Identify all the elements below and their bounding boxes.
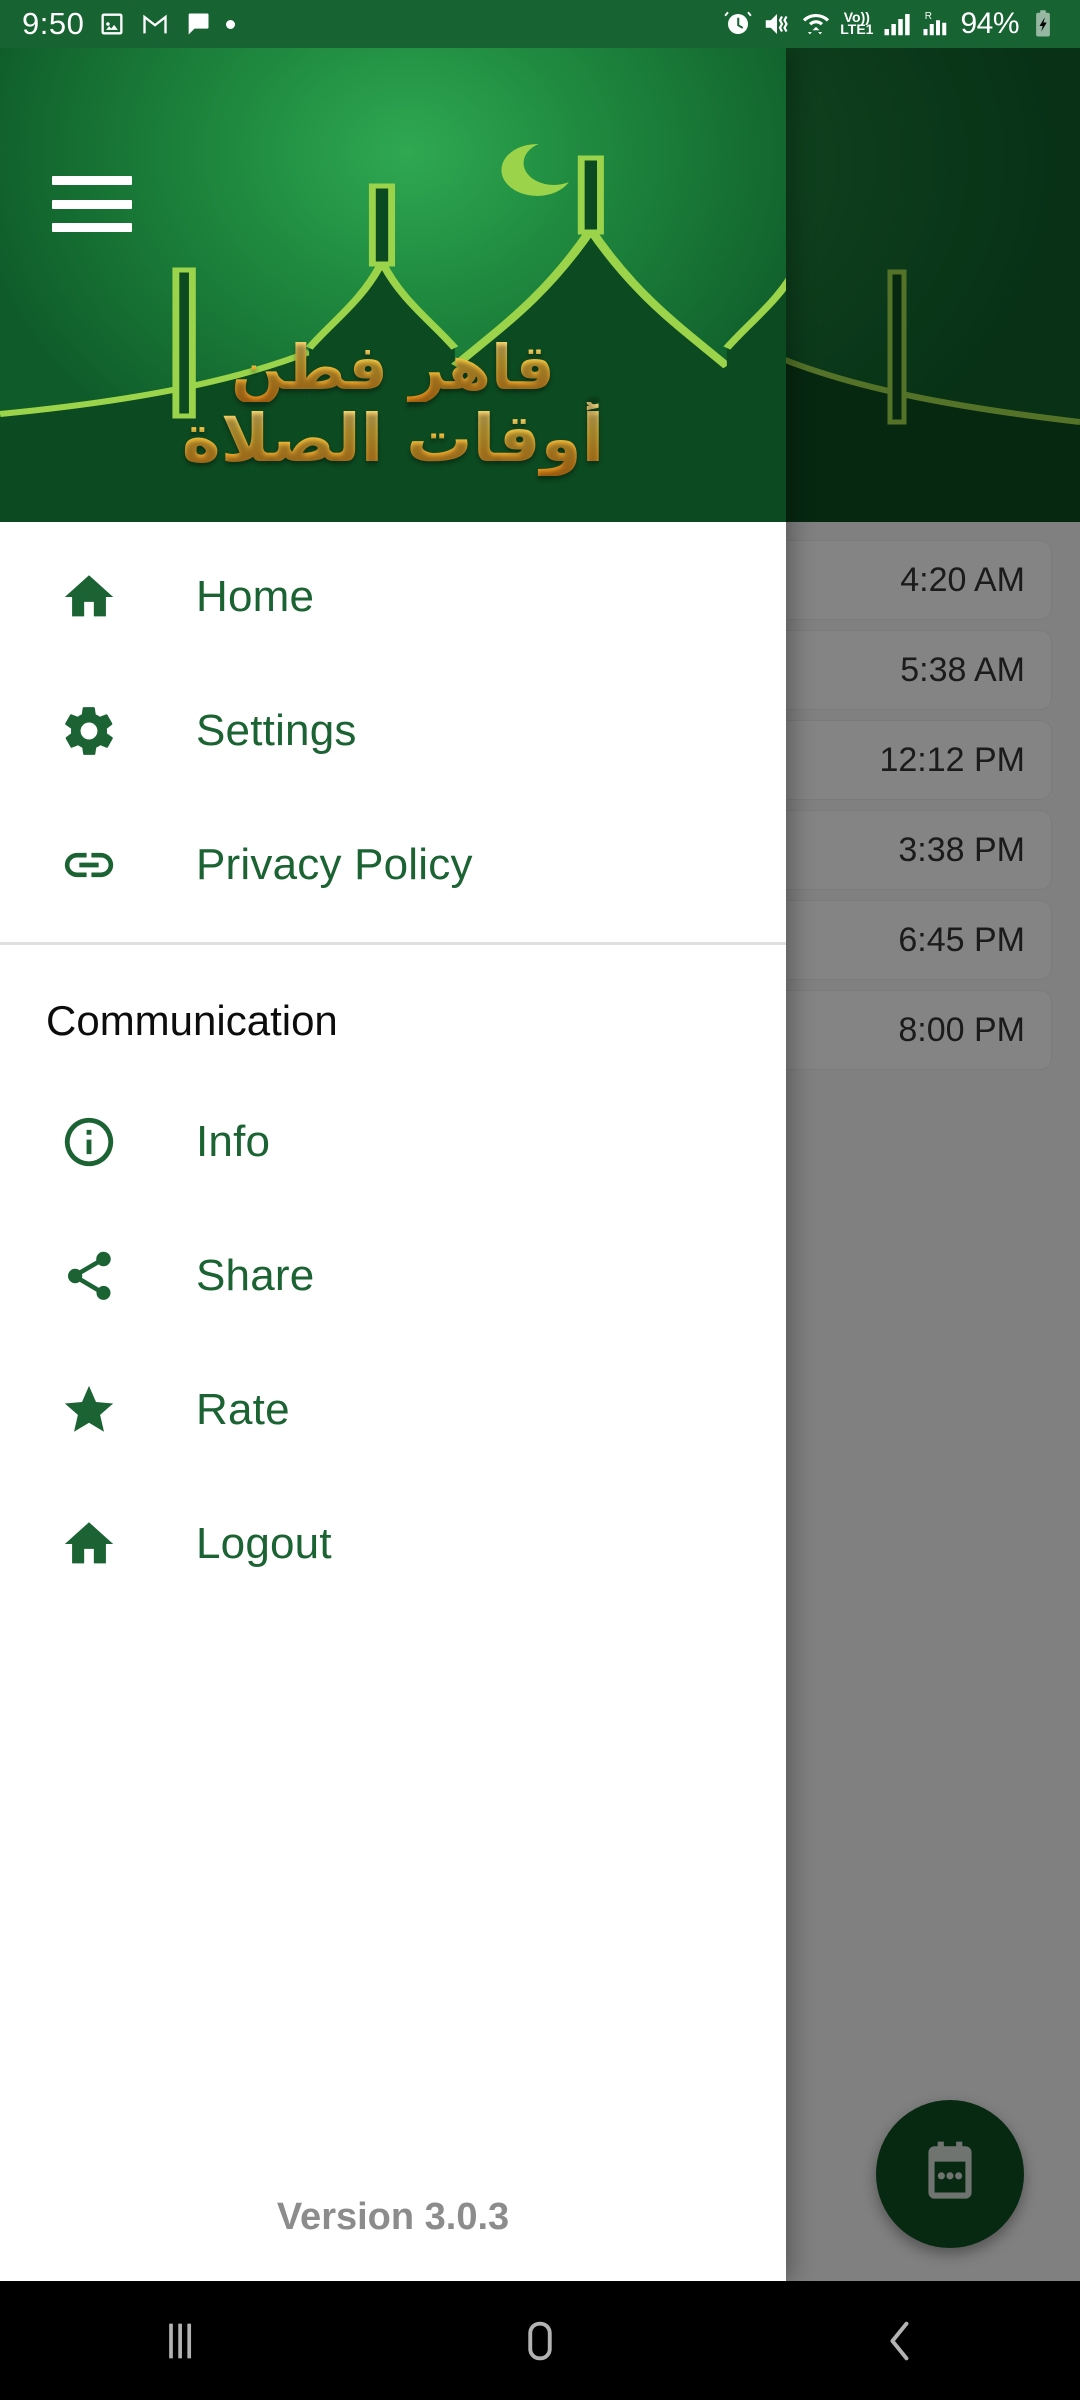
- star-icon: [60, 1381, 118, 1439]
- sidebar-item-privacy-policy[interactable]: Privacy Policy: [0, 798, 786, 932]
- dot-icon: [226, 19, 236, 29]
- back-icon: [890, 2321, 909, 2360]
- gmail-icon: [140, 9, 170, 39]
- sidebar-item-label: Settings: [196, 706, 357, 755]
- navigation-drawer: قاهر فطن أوقات الصلاة Home Settings Priv…: [0, 48, 786, 2281]
- info-circle-icon: [60, 1113, 118, 1171]
- sidebar-item-label: Info: [196, 1117, 271, 1166]
- sidebar-item-share[interactable]: Share: [0, 1209, 786, 1343]
- chat-bubble-icon: [183, 9, 213, 39]
- recents-icon: [169, 2323, 192, 2358]
- mute-vibrate-icon: [762, 9, 792, 39]
- status-clock: 9:50: [22, 6, 85, 41]
- gear-icon: [60, 702, 118, 760]
- hamburger-menu-icon[interactable]: [52, 176, 132, 232]
- link-icon: [60, 836, 118, 894]
- app-title: قاهر فطن أوقات الصلاة: [0, 332, 786, 476]
- status-bar-left: 9:50: [22, 6, 236, 42]
- sidebar-item-settings[interactable]: Settings: [0, 664, 786, 798]
- back-button[interactable]: [800, 2281, 1000, 2400]
- battery-percent-label: 94%: [960, 7, 1019, 40]
- app-title-line2: أوقات الصلاة: [0, 402, 786, 476]
- sidebar-item-label: Home: [196, 572, 315, 621]
- volte-icon: Vo)) LTE1: [840, 10, 874, 37]
- home-icon: [60, 1515, 118, 1573]
- drawer-header-banner: قاهر فطن أوقات الصلاة: [0, 48, 786, 522]
- share-nodes-icon: [60, 1247, 118, 1305]
- status-bar-right: Vo)) LTE1 R 94%: [723, 7, 1058, 41]
- signal-bars-icon: [882, 9, 912, 39]
- sidebar-item-label: Privacy Policy: [196, 840, 473, 889]
- battery-charging-icon: [1028, 9, 1058, 39]
- sidebar-item-rate[interactable]: Rate: [0, 1343, 786, 1477]
- home-button[interactable]: [440, 2281, 640, 2400]
- svg-text:R: R: [925, 11, 932, 22]
- wifi-icon: [801, 9, 831, 39]
- sidebar-item-label: Logout: [196, 1519, 332, 1568]
- system-navigation-bar: [0, 2281, 1080, 2400]
- sidebar-item-label: Rate: [196, 1385, 290, 1434]
- volte-bottom-label: LTE1: [840, 21, 874, 37]
- sidebar-item-home[interactable]: Home: [0, 530, 786, 664]
- alarm-icon: [723, 9, 753, 39]
- sidebar-item-logout[interactable]: Logout: [0, 1477, 786, 1611]
- drawer-menu-list: Home Settings Privacy Policy Communicati…: [0, 522, 786, 2196]
- recents-button[interactable]: [80, 2281, 280, 2400]
- status-bar: 9:50 Vo)) LTE1 R 94%: [0, 0, 1080, 48]
- home-icon: [60, 568, 118, 626]
- sidebar-item-label: Share: [196, 1251, 315, 1300]
- section-header-communication: Communication: [46, 997, 338, 1044]
- menu-divider: [0, 942, 786, 945]
- roaming-signal-icon: R: [921, 9, 951, 39]
- phone-screen: AUG 2021 Fajr 4:20 AM Sunrise 5:38 AM Dh…: [0, 0, 1080, 2400]
- app-title-line1: قاهر فطن: [0, 332, 786, 402]
- sidebar-item-info[interactable]: Info: [0, 1075, 786, 1209]
- home-nav-icon: [528, 2321, 552, 2360]
- app-version-label: Version 3.0.3: [276, 2196, 510, 2238]
- gallery-icon: [97, 9, 127, 39]
